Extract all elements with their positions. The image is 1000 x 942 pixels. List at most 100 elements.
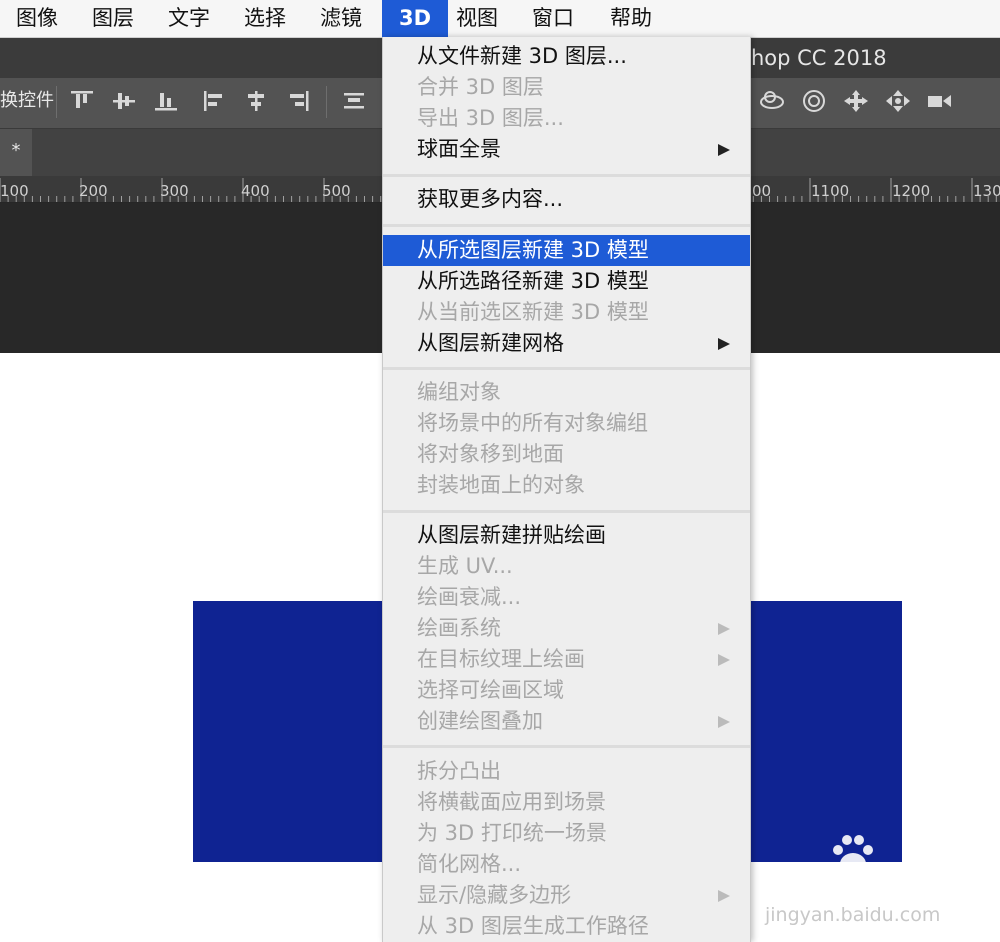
menu-item-make-work-path-from-3d[interactable]: 从 3D 图层生成工作路径 <box>383 911 750 942</box>
align-top-icon[interactable] <box>68 88 96 114</box>
ruler-label: 130 <box>973 182 1000 200</box>
menu-item-simplify-mesh[interactable]: 简化网格... <box>383 849 750 880</box>
menu-window[interactable]: 窗口 <box>518 0 588 37</box>
menu-item-label: 在目标纹理上绘画 <box>417 647 585 671</box>
menu-3d[interactable]: 3D <box>382 0 448 37</box>
menu-item-label: 绘画衰减... <box>417 585 522 609</box>
menu-item-label: 将对象移到地面 <box>417 442 564 466</box>
submenu-arrow-icon <box>718 623 730 635</box>
submenu-arrow-icon <box>718 716 730 728</box>
scale-3d-icon[interactable] <box>926 88 954 114</box>
menu-select[interactable]: 选择 <box>230 0 300 37</box>
ruler-label: 500 <box>322 182 351 200</box>
ruler-label: 1100 <box>811 182 850 200</box>
menu-item-label: 球面全景 <box>417 137 501 161</box>
menu-item-pack-objects-on-ground[interactable]: 封装地面上的对象 <box>383 470 750 501</box>
menu-item-label: 从图层新建拼贴绘画 <box>417 523 606 547</box>
menu-item-merge-3d-layers[interactable]: 合并 3D 图层 <box>383 72 750 103</box>
menu-item-label: 绘画系统 <box>417 616 501 640</box>
menu-type[interactable]: 文字 <box>154 0 224 37</box>
align-bottom-icon[interactable] <box>152 88 180 114</box>
ruler-label: 300 <box>160 182 189 200</box>
baidu-watermark: Bai du 经验 jingyan.baidu.com <box>765 832 1000 942</box>
menu-item-get-more-content[interactable]: 获取更多内容... <box>383 184 750 215</box>
transform-controls-label[interactable]: 换控件 <box>0 78 54 124</box>
distribute-top-icon[interactable] <box>340 88 368 114</box>
menu-item-label: 从文件新建 3D 图层... <box>417 44 627 68</box>
menu-layer[interactable]: 图层 <box>78 0 148 37</box>
menu-separator <box>383 367 750 370</box>
menu-item-label: 为 3D 打印统一场景 <box>417 821 607 845</box>
slide-3d-icon[interactable] <box>884 88 912 114</box>
submenu-arrow-icon <box>718 338 730 350</box>
menu-item-label: 将横截面应用到场景 <box>417 790 606 814</box>
submenu-arrow-icon <box>718 144 730 156</box>
menu-item-label: 获取更多内容... <box>417 187 564 211</box>
menu-item-new-3d-layer-from-file[interactable]: 从文件新建 3D 图层... <box>383 41 750 72</box>
menu-item-label: 简化网格... <box>417 852 522 876</box>
menu-item-apply-cross-section[interactable]: 将横截面应用到场景 <box>383 787 750 818</box>
menu-item-generate-uvs[interactable]: 生成 UV... <box>383 551 750 582</box>
menu-item-new-3d-model-from-selection[interactable]: 从当前选区新建 3D 模型 <box>383 297 750 328</box>
options-divider <box>56 86 57 118</box>
submenu-arrow-icon <box>718 890 730 902</box>
ruler-label: 00 <box>752 182 772 200</box>
menu-item-label: 拆分凸出 <box>417 759 501 783</box>
options-divider <box>326 86 327 118</box>
menu-item-export-3d-layer[interactable]: 导出 3D 图层... <box>383 103 750 134</box>
menu-item-label: 从所选路径新建 3D 模型 <box>417 269 649 293</box>
align-vcenter-icon[interactable] <box>110 88 138 114</box>
menu-item-paint-system[interactable]: 绘画系统 <box>383 613 750 644</box>
align-right-icon[interactable] <box>284 88 312 114</box>
menu-item-new-tiled-painting[interactable]: 从图层新建拼贴绘画 <box>383 520 750 551</box>
menu-separator <box>383 510 750 513</box>
ruler-label: 1200 <box>892 182 931 200</box>
menu-image[interactable]: 图像 <box>2 0 72 37</box>
menu-separator <box>383 224 750 227</box>
align-left-icon[interactable] <box>200 88 228 114</box>
menu-item-label: 从图层新建网格 <box>417 331 564 355</box>
menu-item-label: 合并 3D 图层 <box>417 75 544 99</box>
ruler-label: 100 <box>0 182 29 200</box>
menu-item-unify-scene-for-3d-print[interactable]: 为 3D 打印统一场景 <box>383 818 750 849</box>
3d-dropdown-menu: 从文件新建 3D 图层... 合并 3D 图层 导出 3D 图层... 球面全景… <box>382 37 751 942</box>
menu-separator <box>383 745 750 748</box>
menu-item-spherical-panorama[interactable]: 球面全景 <box>383 134 750 165</box>
menu-item-paint-on-target-texture[interactable]: 在目标纹理上绘画 <box>383 644 750 675</box>
menu-item-split-extrusion[interactable]: 拆分凸出 <box>383 756 750 787</box>
menu-item-label: 从当前选区新建 3D 模型 <box>417 300 649 324</box>
menu-item-label: 从 3D 图层生成工作路径 <box>417 914 649 938</box>
menu-item-new-3d-model-from-path[interactable]: 从所选路径新建 3D 模型 <box>383 266 750 297</box>
menu-item-group-objects[interactable]: 编组对象 <box>383 377 750 408</box>
menu-item-select-paintable-areas[interactable]: 选择可绘画区域 <box>383 675 750 706</box>
watermark-brand: Bai du 经验 <box>765 866 975 906</box>
menu-item-label: 将场景中的所有对象编组 <box>417 411 648 435</box>
document-tab[interactable]: * <box>0 129 32 176</box>
ruler-label: 400 <box>241 182 270 200</box>
menu-item-new-mesh-from-layer[interactable]: 从图层新建网格 <box>383 328 750 359</box>
menu-help[interactable]: 帮助 <box>596 0 666 37</box>
menu-item-create-painting-overlay[interactable]: 创建绘图叠加 <box>383 706 750 737</box>
menu-item-label: 创建绘图叠加 <box>417 709 543 733</box>
macos-menubar: 图像 图层 文字 选择 滤镜 3D 视图 窗口 帮助 <box>0 0 1000 38</box>
menu-item-label: 封装地面上的对象 <box>417 473 585 497</box>
orbit-3d-icon[interactable] <box>758 88 786 114</box>
align-hcenter-icon[interactable] <box>242 88 270 114</box>
menu-item-label: 从所选图层新建 3D 模型 <box>417 238 649 262</box>
roll-3d-icon[interactable] <box>800 88 828 114</box>
menu-item-label: 编组对象 <box>417 380 501 404</box>
app-title: shop CC 2018 <box>740 46 887 70</box>
menu-view[interactable]: 视图 <box>442 0 512 37</box>
menu-item-group-all-objects[interactable]: 将场景中的所有对象编组 <box>383 408 750 439</box>
submenu-arrow-icon <box>718 654 730 666</box>
menu-item-label: 选择可绘画区域 <box>417 678 564 702</box>
menu-item-move-object-to-ground[interactable]: 将对象移到地面 <box>383 439 750 470</box>
menu-filter[interactable]: 滤镜 <box>306 0 376 37</box>
pan-3d-icon[interactable] <box>842 88 870 114</box>
menu-item-show-hide-polygons[interactable]: 显示/隐藏多边形 <box>383 880 750 911</box>
ruler-label: 200 <box>79 182 108 200</box>
menu-item-paint-falloff[interactable]: 绘画衰减... <box>383 582 750 613</box>
menu-separator <box>383 174 750 177</box>
menu-item-label: 导出 3D 图层... <box>417 106 564 130</box>
menu-item-new-3d-model-from-layer[interactable]: 从所选图层新建 3D 模型 <box>383 235 750 266</box>
